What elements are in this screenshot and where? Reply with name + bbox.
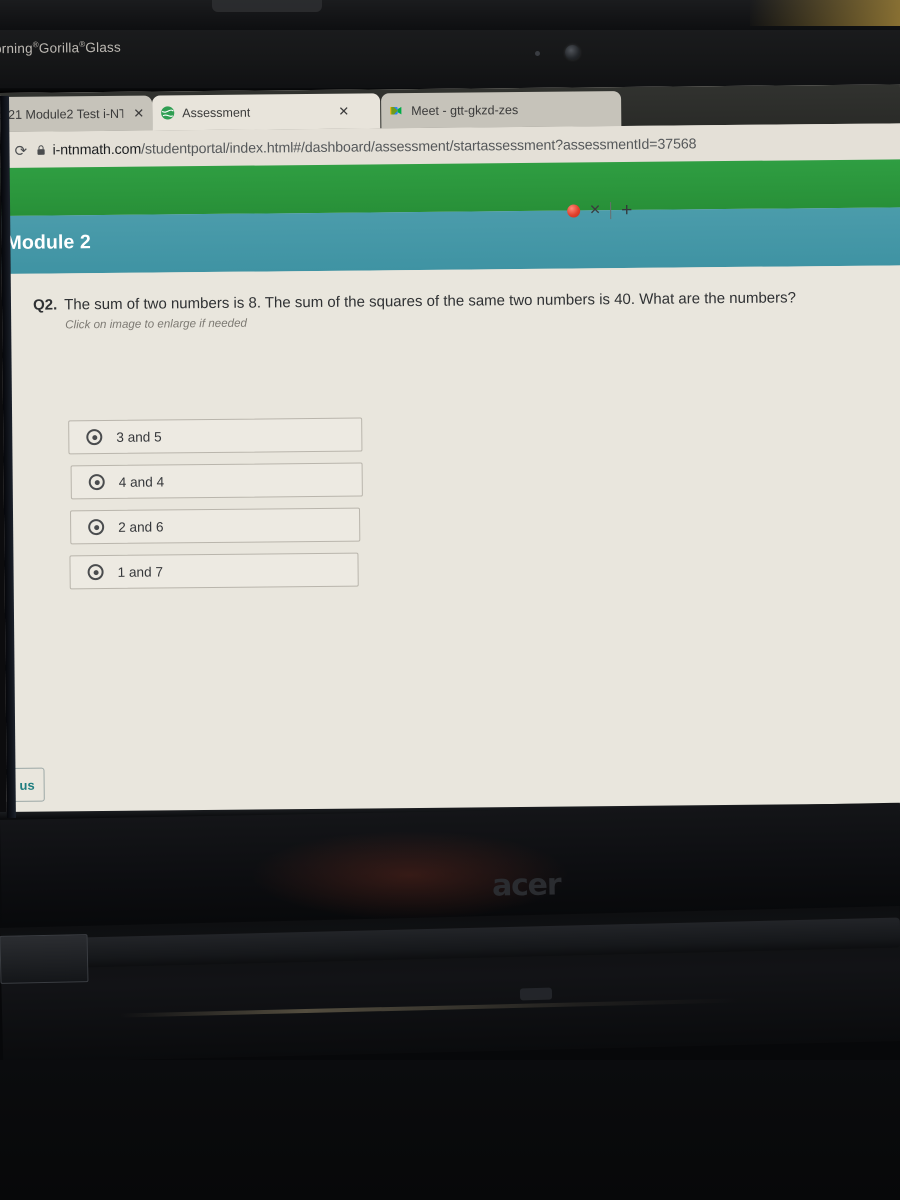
tab-close-icon[interactable]: ✕ <box>338 104 349 119</box>
deck-nub <box>519 987 553 1001</box>
assessment-content-card: Q2. The sum of two numbers is 8. The sum … <box>0 265 900 820</box>
lock-icon <box>36 145 45 159</box>
acer-logo: acer <box>491 867 561 904</box>
question-row: Q2. The sum of two numbers is 8. The sum … <box>33 288 893 314</box>
question-text: The sum of two numbers is 8. The sum of … <box>64 289 797 314</box>
tab-title: Assessment <box>182 105 251 120</box>
keyboard: → ⟳ <box>0 1060 900 1200</box>
camera-led-icon <box>535 51 540 56</box>
page-title: : Module 2 <box>0 231 91 255</box>
tab-close-icon-meet[interactable]: ✕ <box>589 201 601 218</box>
answer-option-label: 3 and 5 <box>116 428 162 445</box>
recording-dot-icon <box>567 204 581 218</box>
answer-option[interactable]: 4 and 4 <box>70 462 363 500</box>
browser-tab-module2-test[interactable]: 2021 Module2 Test i-NTN ✕ <box>0 95 153 133</box>
screen-bezel <box>0 30 900 92</box>
tab-title: 2021 Module2 Test i-NTN <box>0 106 124 122</box>
address-bar[interactable]: i-ntnmath.com/studentportal/index.html#/… <box>52 136 696 158</box>
new-tab-button[interactable]: + <box>621 200 632 221</box>
tab-title: Meet - gtt-gkzd-zes <box>411 102 519 118</box>
answer-option[interactable]: 2 and 6 <box>70 507 361 545</box>
tab-divider <box>610 202 612 220</box>
lid-light-reflection <box>750 0 900 26</box>
reload-icon[interactable]: ⟳ <box>14 143 28 160</box>
answer-option[interactable]: 1 and 7 <box>69 552 359 590</box>
lid-notch <box>212 0 322 12</box>
browser-tab-google-meet[interactable]: Meet - gtt-gkzd-zes <box>381 91 622 129</box>
tab-close-icon[interactable]: ✕ <box>133 106 144 121</box>
gorilla-glass-branding: orning®Gorilla®Glass <box>0 39 121 57</box>
answer-option-label: 1 and 7 <box>117 563 164 580</box>
deck-hinge-slot <box>0 934 89 984</box>
site-green-bar <box>0 159 900 216</box>
site-teal-header-bar <box>1 207 900 274</box>
radio-button-icon[interactable] <box>88 519 105 536</box>
radio-button-icon[interactable] <box>86 429 103 446</box>
answer-option[interactable]: 3 and 5 <box>68 417 363 455</box>
browser-tab-assessment[interactable]: Assessment ✕ <box>152 93 381 131</box>
url-path: /studentportal/index.html#/dashboard/ass… <box>141 136 697 158</box>
laptop-screen: 2021 Module2 Test i-NTN ✕ Assessment ✕ M… <box>0 84 900 820</box>
answer-option-label: 2 and 6 <box>118 518 164 535</box>
globe-icon <box>160 105 175 120</box>
answer-option-label: 4 and 4 <box>118 473 165 490</box>
question-hint: Click on image to enlarge if needed <box>65 316 248 332</box>
google-meet-icon <box>389 103 404 118</box>
question-number: Q2. <box>32 296 58 314</box>
radio-button-icon[interactable] <box>88 474 105 491</box>
answer-options-list: 3 and 5 4 and 4 2 and 6 1 and 7 <box>68 417 364 601</box>
webcam-icon <box>565 45 580 60</box>
url-host: i-ntnmath.com <box>52 141 142 159</box>
laptop-photo: orning®Gorilla®Glass 2021 Module2 Test i… <box>0 0 900 1200</box>
radio-button-icon[interactable] <box>87 564 104 581</box>
